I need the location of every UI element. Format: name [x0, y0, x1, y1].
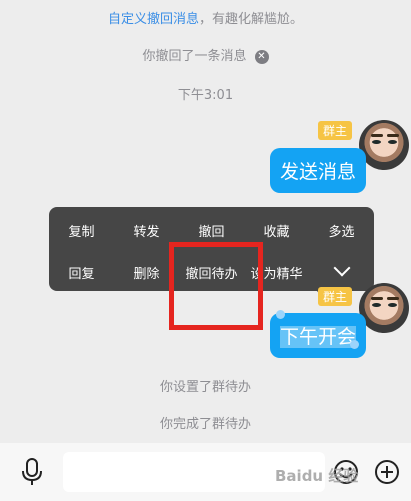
menu-item-multiselect[interactable]: 多选 [309, 221, 374, 240]
message-bubble-selected[interactable]: 下午开会 [270, 313, 367, 358]
avatar[interactable] [359, 283, 409, 333]
done-todo-notice: 你完成了群待办 [159, 417, 251, 432]
menu-item-copy[interactable]: 复制 [49, 221, 114, 240]
group-owner-badge: 群主 [318, 121, 353, 140]
menu-item-reply[interactable]: 回复 [49, 263, 114, 282]
menu-item-recall[interactable]: 撤回 [179, 221, 244, 240]
avatar[interactable] [359, 120, 409, 170]
microphone-icon[interactable] [20, 458, 44, 486]
selection-handle-start[interactable] [276, 310, 285, 319]
menu-item-favorite[interactable]: 收藏 [244, 221, 309, 240]
recall-notice: 你撤回了一条消息 ✕ [0, 45, 411, 64]
timestamp: 下午3:01 [177, 88, 234, 103]
watermark: Baidu 经验 [275, 467, 359, 485]
custom-recall-hint: 自定义撤回消息，有趣化解尴尬。 [0, 8, 411, 27]
close-circle-icon[interactable]: ✕ [254, 50, 269, 64]
selection-handle-end[interactable] [350, 340, 359, 349]
selected-message-text[interactable]: 下午开会 [280, 326, 357, 348]
set-todo-notice: 你设置了群待办 [159, 380, 251, 395]
message-bubble[interactable]: 发送消息 [270, 148, 367, 193]
custom-recall-link[interactable]: 自定义撤回消息 [108, 12, 199, 27]
custom-recall-hint-text: ，有趣化解尴尬。 [199, 12, 304, 27]
plus-circle-icon[interactable] [374, 459, 400, 485]
input-bar: Baidu 经验 [0, 443, 411, 501]
highlight-box [169, 242, 263, 330]
recall-notice-text: 你撤回了一条消息 [142, 49, 247, 64]
chevron-down-icon[interactable] [333, 259, 351, 277]
group-owner-badge: 群主 [318, 287, 353, 306]
menu-item-forward[interactable]: 转发 [114, 221, 179, 240]
